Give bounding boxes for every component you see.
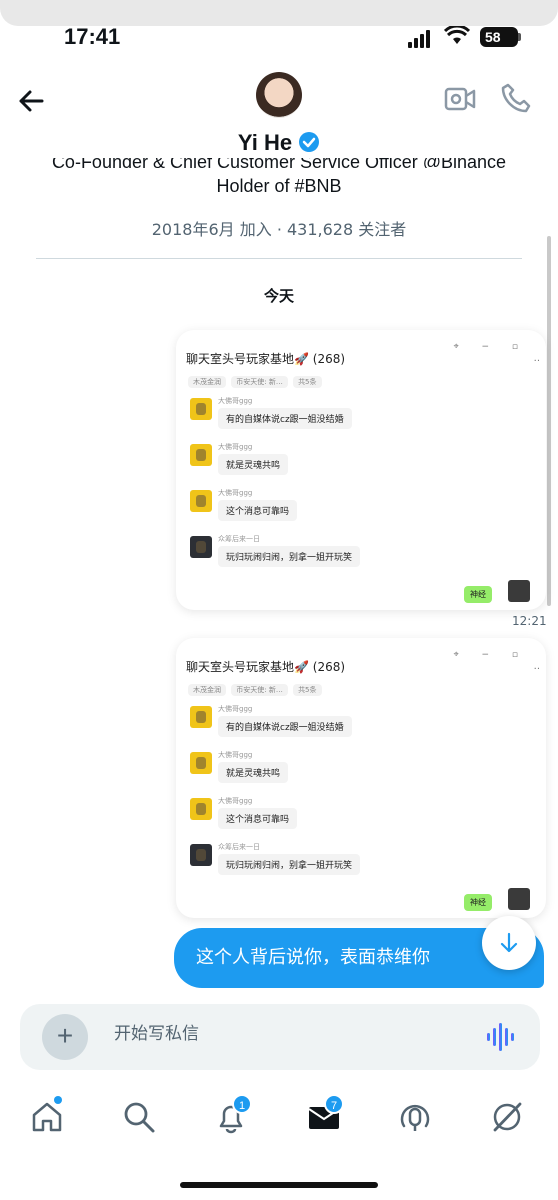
tab-spaces[interactable] [398, 1100, 434, 1136]
sender-avatar [190, 706, 212, 728]
sender-avatar [190, 844, 212, 866]
day-separator: 今天 [263, 287, 294, 305]
voice-message-icon[interactable] [486, 1023, 516, 1051]
sender-nick: 大佛哥ggg [218, 705, 253, 713]
reply-bubble: 神经 [464, 586, 492, 603]
sender-nick: 大佛哥ggg [218, 397, 253, 405]
chat-message: 大佛哥ggg 有的自媒体说cz跟一姐没结婚 [190, 396, 490, 440]
home-unread-dot [54, 1096, 62, 1104]
wifi-icon [444, 26, 470, 44]
more-icon: ·· [533, 664, 540, 675]
sender-avatar [190, 490, 212, 512]
tab-home[interactable] [30, 1096, 66, 1136]
sender-nick: 大佛哥ggg [218, 443, 253, 451]
sender-nick: 大佛哥ggg [218, 797, 253, 805]
notifications-badge: 1 [232, 1094, 252, 1114]
chat-message: 大佛哥ggg 就是灵魂共鸣 [190, 750, 490, 794]
group-chat-title: 聊天室头号玩家基地🚀 (268) [186, 352, 346, 366]
conversation-header: Yi He Co-Founder & Chief Customer Servic… [0, 64, 558, 239]
battery-indicator: 58 [480, 27, 521, 47]
messages-badge: 7 [324, 1094, 344, 1114]
sender-avatar [190, 398, 212, 420]
image-attachment[interactable]: 聊天室头号玩家基地🚀 (268) ⌖ − ▫ ·· 木茂金润 币安天使: 新… … [176, 330, 546, 610]
arrow-down-icon [500, 932, 518, 953]
bottom-tab-bar: 1 7 [0, 1088, 558, 1148]
message-timestamp: 12:21 [512, 614, 547, 628]
group-tag-bar: 木茂金润 币安天使: 新… 共5条 [188, 376, 325, 388]
home-indicator [180, 1182, 378, 1188]
tag-chip: 木茂金润 [188, 376, 226, 388]
window-controls: ⌖ − ▫ [453, 650, 528, 660]
reply-bubble: 神经 [464, 894, 492, 911]
profile-bio: Holder of #BNB [216, 176, 342, 196]
chat-message: 众筹后来一日 玩归玩闹归闹，别拿一姐开玩笑 [190, 534, 490, 578]
profile-joined-followers: 2018年6月 加入 · 431,628 关注者 [151, 220, 407, 239]
chat-message: 大佛哥ggg 就是灵魂共鸣 [190, 442, 490, 486]
chat-message: 大佛哥ggg 这个消息可靠吗 [190, 488, 490, 532]
add-media-button[interactable]: + [42, 1014, 88, 1060]
message-composer: + [20, 1004, 540, 1070]
message-bubble: 这个消息可靠吗 [218, 500, 298, 521]
sender-nick: 大佛哥ggg [218, 489, 253, 497]
back-arrow-icon[interactable] [16, 86, 46, 116]
header-divider [36, 258, 522, 259]
avatar[interactable] [256, 72, 302, 118]
sender-avatar [190, 752, 212, 774]
sender-nick: 众筹后来一日 [218, 535, 260, 543]
message-bubble: 有的自媒体说cz跟一姐没结婚 [218, 716, 352, 737]
message-bubble: 玩归玩闹归闹，别拿一姐开玩笑 [218, 854, 361, 875]
window-controls: ⌖ − ▫ [453, 342, 528, 352]
phone-call-icon[interactable] [500, 82, 532, 114]
group-tag-bar: 木茂金润 币安天使: 新… 共5条 [188, 684, 325, 696]
scroll-to-bottom-button[interactable] [482, 916, 536, 970]
status-time: 17:41 [64, 24, 121, 49]
message-bubble: 玩归玩闹归闹，别拿一姐开玩笑 [218, 546, 361, 567]
chat-message: 众筹后来一日 玩归玩闹归闹，别拿一姐开玩笑 [190, 842, 490, 886]
more-icon: ·· [533, 356, 540, 367]
cellular-signal-icon [408, 30, 430, 48]
verified-badge-icon [299, 132, 320, 152]
home-icon [32, 1102, 62, 1132]
sender-avatar [190, 536, 212, 558]
tab-notifications[interactable]: 1 [214, 1094, 252, 1136]
sender-nick: 众筹后来一日 [218, 843, 260, 851]
tag-chip: 币安天使: 新… [231, 684, 288, 696]
reply-avatar [508, 888, 530, 910]
tab-grok[interactable] [490, 1100, 526, 1136]
search-icon [124, 1102, 155, 1133]
status-bar: 17:41 58 [0, 20, 558, 56]
chat-message: 大佛哥ggg 有的自媒体说cz跟一姐没结婚 [190, 704, 490, 748]
sender-avatar [190, 444, 212, 466]
tag-chip: 共5条 [293, 684, 322, 696]
tag-chip: 木茂金润 [188, 684, 226, 696]
message-bubble: 就是灵魂共鸣 [218, 762, 289, 783]
dm-screen: 17:41 58 Yi He Co-Founder & Chief Custom… [0, 0, 558, 1200]
tag-chip: 共5条 [293, 376, 322, 388]
tab-messages[interactable]: 7 [306, 1094, 344, 1136]
tag-chip: 币安天使: 新… [231, 376, 288, 388]
chat-message: 大佛哥ggg 这个消息可靠吗 [190, 796, 490, 840]
message-input[interactable] [114, 1024, 454, 1044]
scrollbar[interactable] [547, 236, 551, 606]
tab-search[interactable] [122, 1100, 158, 1136]
reply-avatar [508, 580, 530, 602]
spaces-mic-icon [400, 1104, 430, 1131]
sender-avatar [190, 798, 212, 820]
profile-name-text: Yi He [237, 130, 293, 155]
image-attachment[interactable]: 聊天室头号玩家基地🚀 (268) ⌖ − ▫ ·· 木茂金润 币安天使: 新… … [176, 638, 546, 918]
profile-name[interactable]: Yi He [0, 130, 558, 156]
profile-bio-cut: Co-Founder & Chief Customer Service Offi… [51, 158, 507, 168]
message-bubble: 这个消息可靠吗 [218, 808, 298, 829]
grok-icon [493, 1102, 522, 1132]
message-bubble: 就是灵魂共鸣 [218, 454, 289, 475]
video-call-icon[interactable] [444, 86, 476, 112]
sender-nick: 大佛哥ggg [218, 751, 253, 759]
group-chat-title: 聊天室头号玩家基地🚀 (268) [186, 660, 346, 674]
message-bubble: 有的自媒体说cz跟一姐没结婚 [218, 408, 352, 429]
